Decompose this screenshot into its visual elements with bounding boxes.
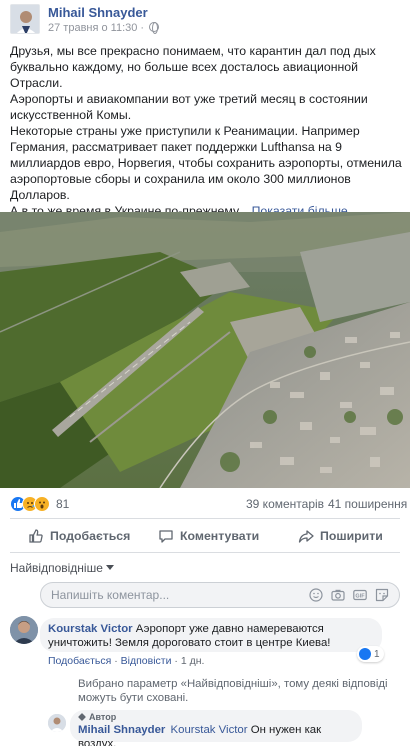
sort-label: Найвідповідніше bbox=[10, 561, 103, 575]
shares-count[interactable]: 41 поширення bbox=[328, 497, 407, 511]
wow-reaction-icon bbox=[34, 496, 50, 512]
share-arrow-icon bbox=[298, 530, 314, 543]
like-button[interactable]: Подобається bbox=[28, 526, 130, 546]
like-reaction-icon bbox=[359, 648, 371, 660]
comment-bubble: Kourstak Victor Аэропорт уже давно намер… bbox=[40, 618, 382, 652]
share-button-label: Поширити bbox=[320, 529, 383, 543]
camera-icon[interactable] bbox=[331, 588, 345, 602]
comment-meta: Подобається · Відповісти · 1 дн. bbox=[48, 655, 204, 667]
svg-text:GIF: GIF bbox=[355, 594, 365, 600]
comment-age[interactable]: 1 дн. bbox=[181, 655, 205, 667]
post-paragraph: Аэропорты и авиакомпании вот уже третий … bbox=[10, 92, 368, 122]
reply-author[interactable]: Mihail Shnayder bbox=[78, 724, 165, 736]
reply-text-line: Mihail Shnayder Kourstak Victor Он нужен… bbox=[78, 723, 354, 746]
comment-like-count: 1 bbox=[374, 648, 380, 660]
author-avatar[interactable] bbox=[10, 4, 40, 34]
thumbs-up-icon bbox=[29, 529, 43, 543]
caret-down-icon bbox=[105, 565, 114, 570]
comment-like-link[interactable]: Подобається bbox=[48, 655, 111, 667]
post-stats-row: 81 39 коментарів 41 поширення bbox=[0, 492, 410, 516]
comment-composer[interactable]: GIF bbox=[40, 582, 400, 608]
post-paragraph: Друзья, мы все прекрасно понимаем, что к… bbox=[10, 44, 376, 90]
comment-like-count-badge[interactable]: 1 bbox=[357, 646, 384, 662]
reaction-count[interactable]: 81 bbox=[56, 497, 69, 511]
divider bbox=[10, 518, 400, 519]
reply-mention[interactable]: Kourstak Victor bbox=[171, 724, 248, 736]
author-badge-label: Автор bbox=[89, 712, 117, 722]
separator: · bbox=[174, 655, 178, 667]
like-button-label: Подобається bbox=[50, 529, 131, 543]
post-date[interactable]: 27 травня о 11:30 · bbox=[48, 22, 160, 34]
comments-count[interactable]: 39 коментарів bbox=[246, 497, 324, 511]
comment-bubble-icon bbox=[159, 530, 173, 543]
separator: · bbox=[114, 655, 118, 667]
author-badge: Автор bbox=[78, 712, 354, 722]
post-paragraph: Некоторые страны уже приступили к Реаним… bbox=[10, 124, 402, 202]
reply-bubble: Автор Mihail Shnayder Kourstak Victor Он… bbox=[70, 710, 362, 746]
sticker-icon[interactable] bbox=[375, 588, 389, 602]
divider bbox=[10, 552, 400, 553]
post-header: Mihail Shnayder 27 травня о 11:30 · bbox=[0, 0, 410, 38]
gif-icon[interactable]: GIF bbox=[353, 588, 367, 602]
hidden-replies-notice: Вибрано параметр «Найвідповідніші», тому… bbox=[78, 678, 388, 704]
post-photo-aerial-airport[interactable] bbox=[0, 212, 410, 488]
comment-reply-link[interactable]: Відповісти bbox=[121, 655, 172, 667]
comment-sort-dropdown[interactable]: Найвідповідніше bbox=[10, 561, 114, 575]
post-author-name[interactable]: Mihail Shnayder bbox=[48, 5, 148, 20]
comment-author[interactable]: Kourstak Victor bbox=[48, 623, 133, 635]
post-actions-bar: Подобається Коментувати Поширити bbox=[0, 520, 410, 550]
emoji-icon[interactable] bbox=[309, 588, 323, 602]
comment-button-label: Коментувати bbox=[180, 529, 260, 543]
globe-icon bbox=[149, 22, 160, 34]
comment-input[interactable] bbox=[51, 587, 301, 603]
commenter-avatar[interactable] bbox=[10, 616, 38, 644]
reply-author-avatar[interactable] bbox=[48, 714, 66, 732]
comment-button[interactable]: Коментувати bbox=[158, 526, 259, 546]
post-text: Друзья, мы все прекрасно понимаем, что к… bbox=[10, 43, 402, 219]
share-button[interactable]: Поширити bbox=[298, 526, 383, 546]
pencil-icon bbox=[78, 713, 86, 721]
